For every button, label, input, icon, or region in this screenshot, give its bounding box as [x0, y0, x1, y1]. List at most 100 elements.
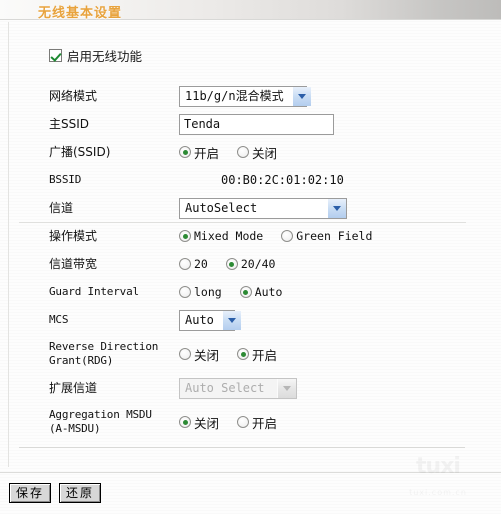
row-channel: 信道 AutoSelect	[9, 194, 494, 222]
label-amsdu: Aggregation MSDU (A-MSDU)	[49, 408, 152, 435]
guard-interval-option-long[interactable]: long	[179, 285, 222, 299]
amsdu-option-off-label: 关闭	[194, 415, 220, 431]
chevron-down-icon	[277, 378, 296, 398]
row-mcs: MCS Auto	[9, 306, 494, 334]
row-amsdu: Aggregation MSDU (A-MSDU) 关闭 开启	[9, 402, 494, 442]
chevron-down-icon[interactable]	[221, 310, 241, 330]
wireless-basic-settings-page: 无线基本设置 启用无线功能 网络模式 11b/g/n混合模式 主SSID Ten…	[0, 0, 501, 514]
row-channel-bandwidth: 信道带宽 20 20/40	[9, 250, 494, 278]
operating-mode-option-greenfield[interactable]: Green Field	[281, 229, 372, 243]
footer-bar: 保存 还原	[0, 472, 501, 515]
rdg-option-on-label: 开启	[252, 347, 278, 363]
guard-interval-option-long-label: long	[194, 285, 222, 299]
row-guard-interval: Guard Interval long Auto	[9, 278, 494, 306]
chevron-down-icon[interactable]	[327, 198, 346, 218]
checkbox-checked-icon[interactable]	[49, 48, 62, 62]
amsdu-option-on[interactable]: 开启	[237, 413, 277, 432]
control-bssid: 00:B0:2C:01:02:10	[179, 173, 494, 187]
amsdu-option-off[interactable]: 关闭	[179, 413, 219, 432]
rdg-radio-group: 关闭 开启	[179, 345, 277, 364]
operating-mode-option-greenfield-label: Green Field	[296, 229, 373, 243]
guard-interval-option-auto[interactable]: Auto	[239, 285, 283, 299]
label-mcs: MCS	[49, 313, 69, 326]
radio-unselected-icon[interactable]	[179, 348, 191, 360]
label-bssid: BSSID	[49, 173, 82, 186]
radio-selected-icon[interactable]	[179, 230, 191, 242]
channel-bandwidth-option-20[interactable]: 20	[179, 257, 208, 271]
section-divider	[19, 447, 465, 448]
operating-mode-option-mixed-label: Mixed Mode	[194, 229, 264, 243]
channel-bandwidth-option-20-label: 20	[194, 257, 208, 271]
network-mode-select[interactable]: 11b/g/n混合模式	[179, 85, 311, 107]
label-primary-ssid: 主SSID	[49, 117, 90, 131]
row-broadcast-ssid: 广播(SSID) 开启 关闭	[9, 138, 494, 166]
label-channel-bandwidth: 信道带宽	[49, 257, 98, 271]
mcs-select[interactable]: Auto	[179, 309, 241, 331]
channel-bandwidth-option-2040[interactable]: 20/40	[225, 257, 276, 271]
label-extension-channel: 扩展信道	[49, 381, 98, 395]
control-network-mode: 11b/g/n混合模式	[179, 85, 494, 107]
label-guard-interval: Guard Interval	[49, 285, 139, 298]
control-guard-interval: long Auto	[179, 285, 494, 299]
extension-channel-value: Auto Select	[185, 380, 265, 395]
extension-channel-select: Auto Select	[179, 377, 297, 399]
radio-selected-icon[interactable]	[239, 286, 252, 298]
channel-bandwidth-option-2040-label: 20/40	[240, 257, 276, 271]
radio-unselected-icon[interactable]	[179, 286, 191, 298]
control-channel-bandwidth: 20 20/40	[179, 257, 494, 271]
row-extension-channel: 扩展信道 Auto Select	[9, 374, 494, 402]
rdg-option-off[interactable]: 关闭	[179, 345, 219, 364]
guard-interval-radio-group: long Auto	[179, 285, 282, 299]
radio-selected-icon[interactable]	[179, 416, 191, 428]
row-primary-ssid: 主SSID	[9, 110, 494, 138]
control-mcs: Auto	[179, 309, 494, 331]
control-rdg: 关闭 开启	[179, 345, 494, 364]
control-extension-channel: Auto Select	[179, 377, 494, 399]
settings-panel: 启用无线功能 网络模式 11b/g/n混合模式 主SSID Tenda 广播(S…	[8, 22, 493, 467]
broadcast-ssid-option-off[interactable]: 关闭	[237, 143, 277, 162]
radio-unselected-icon[interactable]	[281, 230, 294, 242]
radio-selected-icon[interactable]	[179, 146, 191, 158]
chevron-down-icon[interactable]	[291, 86, 311, 106]
rdg-option-on[interactable]: 开启	[237, 345, 277, 364]
control-amsdu: 关闭 开启	[179, 413, 494, 432]
amsdu-radio-group: 关闭 开启	[179, 413, 277, 432]
control-primary-ssid	[179, 113, 494, 135]
mcs-value: Auto	[185, 312, 214, 327]
label-channel: 信道	[49, 201, 74, 215]
operating-mode-radio-group: Mixed Mode Green Field	[179, 229, 372, 243]
row-rdg: Reverse Direction Grant(RDG) 关闭 开启	[9, 334, 494, 374]
row-operating-mode: 操作模式 Mixed Mode Green Field	[9, 222, 494, 250]
page-header-bar: 无线基本设置	[0, 0, 501, 21]
network-mode-value: 11b/g/n混合模式	[185, 88, 284, 103]
page-title: 无线基本设置	[38, 6, 123, 21]
label-rdg: Reverse Direction Grant(RDG)	[49, 340, 159, 367]
control-broadcast-ssid: 开启 关闭	[179, 143, 494, 162]
row-network-mode: 网络模式 11b/g/n混合模式	[9, 82, 494, 110]
primary-ssid-input[interactable]	[179, 113, 334, 135]
label-network-mode: 网络模式	[49, 89, 98, 103]
rdg-option-off-label: 关闭	[194, 347, 220, 363]
guard-interval-option-auto-label: Auto	[254, 285, 283, 299]
broadcast-ssid-option-on[interactable]: 开启	[179, 143, 219, 162]
enable-wireless-label: 启用无线功能	[67, 48, 143, 64]
broadcast-ssid-option-off-label: 关闭	[252, 145, 278, 161]
broadcast-ssid-option-on-label: 开启	[194, 145, 220, 161]
enable-wireless-row[interactable]: 启用无线功能	[49, 46, 142, 64]
bssid-value: 00:B0:2C:01:02:10	[221, 173, 344, 187]
operating-mode-option-mixed[interactable]: Mixed Mode	[179, 229, 263, 243]
radio-unselected-icon[interactable]	[237, 416, 250, 428]
settings-rows: 网络模式 11b/g/n混合模式 主SSID 广播(SSID)	[9, 82, 494, 442]
amsdu-option-on-label: 开启	[252, 415, 278, 431]
radio-unselected-icon[interactable]	[237, 146, 250, 158]
radio-unselected-icon[interactable]	[179, 258, 191, 270]
radio-selected-icon[interactable]	[237, 348, 250, 360]
channel-value: AutoSelect	[185, 200, 258, 215]
control-channel: AutoSelect	[179, 197, 494, 219]
label-operating-mode: 操作模式	[49, 229, 98, 243]
save-button[interactable]: 保存	[9, 483, 51, 503]
channel-select[interactable]: AutoSelect	[179, 197, 347, 219]
radio-selected-icon[interactable]	[225, 258, 238, 270]
reset-button[interactable]: 还原	[59, 483, 101, 503]
control-operating-mode: Mixed Mode Green Field	[179, 229, 494, 243]
